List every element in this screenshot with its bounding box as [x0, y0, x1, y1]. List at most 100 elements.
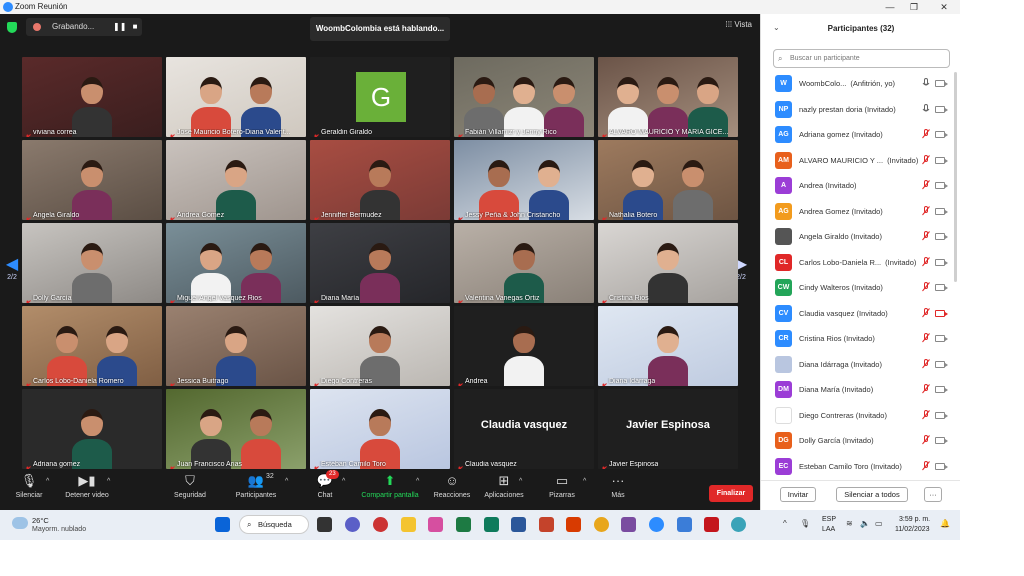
muted-mic-icon[interactable]: [922, 460, 930, 473]
security-button[interactable]: ⛉ Seguridad: [172, 474, 208, 500]
clock-time[interactable]: 3:59 p. m.: [899, 516, 930, 523]
video-tile[interactable]: Juan Francisco Arias: [166, 389, 306, 469]
video-tile[interactable]: ALVARO MAURICIO Y MARIA GICE...: [598, 57, 738, 137]
muted-mic-icon[interactable]: [922, 256, 930, 269]
battery-icon[interactable]: ▭: [875, 519, 883, 528]
powerpoint-icon[interactable]: [539, 517, 554, 532]
video-tile[interactable]: Miguel Angel Vasquez Rios: [166, 223, 306, 303]
video-camera-icon[interactable]: [935, 80, 948, 87]
file-explorer-icon[interactable]: [401, 517, 416, 532]
video-tile[interactable]: Dolly García: [22, 223, 162, 303]
video-tile[interactable]: Claudia vasquez Claudia vasquez: [454, 389, 594, 469]
video-tile[interactable]: Diana María: [310, 223, 450, 303]
participant-row[interactable]: EC Esteban Camilo Toro (Invitado): [761, 455, 957, 480]
video-tile[interactable]: Jenniffer Bermudez: [310, 140, 450, 220]
participant-row[interactable]: W WoombColo... (Anfitrión, yo): [761, 72, 957, 97]
muted-mic-icon[interactable]: [922, 435, 930, 447]
video-camera-icon[interactable]: [935, 233, 948, 240]
publisher-icon[interactable]: [484, 517, 499, 532]
taskbar-search[interactable]: ⌕ Búsqueda: [239, 515, 309, 534]
chat-caret-icon[interactable]: ^: [342, 478, 345, 485]
video-tile[interactable]: Fabián Villamizr y Jenny Rico: [454, 57, 594, 137]
word-icon[interactable]: [511, 517, 526, 532]
video-tile[interactable]: Andrea Gomez: [166, 140, 306, 220]
video-tile[interactable]: Carlos Lobo-Daniela Romero: [22, 306, 162, 386]
participant-row[interactable]: Diego Contreras (Invitado): [761, 404, 957, 429]
volume-icon[interactable]: 🔈: [860, 519, 870, 528]
video-tile[interactable]: Valentina Vanegas Ortiz: [454, 223, 594, 303]
participant-row[interactable]: DG Dolly García (Invitado): [761, 429, 957, 454]
share-screen-button[interactable]: ⬆ Compartir pantalla: [357, 474, 423, 500]
video-camera-icon[interactable]: [935, 182, 948, 189]
excel-icon[interactable]: [456, 517, 471, 532]
microphone-icon[interactable]: [922, 78, 930, 90]
more-button[interactable]: ··· Más: [608, 474, 628, 500]
video-tile[interactable]: Jessy Peña & John Cristancho: [454, 140, 594, 220]
video-camera-icon[interactable]: [935, 411, 948, 419]
video-camera-icon[interactable]: [935, 309, 948, 317]
microphone-icon[interactable]: [922, 103, 930, 116]
apps-caret-icon[interactable]: ^: [519, 478, 522, 485]
zoom-taskbar-icon[interactable]: [649, 517, 664, 532]
participant-row[interactable]: AG Adriana gomez (Invitado): [761, 123, 957, 148]
share-caret-icon[interactable]: ^: [416, 478, 419, 485]
muted-mic-icon[interactable]: [922, 333, 930, 345]
muted-mic-icon[interactable]: [922, 282, 930, 294]
video-camera-icon[interactable]: [935, 360, 948, 368]
video-tile[interactable]: Andrea: [454, 306, 594, 386]
clock-date[interactable]: 11/02/2023: [895, 526, 930, 533]
end-meeting-button[interactable]: Finalizar: [709, 485, 753, 502]
photos-app-icon[interactable]: [428, 517, 443, 532]
show-hidden-icons-icon[interactable]: ^: [783, 519, 787, 528]
chrome-icon[interactable]: [594, 517, 609, 532]
video-tile[interactable]: Jose Mauricio Botero-Diana Valent...: [166, 57, 306, 137]
weather-cloud-icon[interactable]: [12, 517, 28, 529]
participant-row[interactable]: AG Andrea Gomez (Invitado): [761, 200, 957, 225]
notifications-icon[interactable]: 🔔: [940, 519, 950, 528]
mute-button[interactable]: 🎙 Silenciar: [14, 474, 44, 500]
video-tile[interactable]: G Geraldin Giraldo: [310, 57, 450, 137]
video-options-caret-icon[interactable]: ^: [107, 478, 110, 485]
video-tile[interactable]: Jessica Buitrago: [166, 306, 306, 386]
participant-row[interactable]: AM ALVARO MAURICIO Y ... (Invitado): [761, 149, 957, 174]
office-app-icon[interactable]: [566, 517, 581, 532]
acrobat-icon[interactable]: [704, 517, 719, 532]
video-camera-icon[interactable]: [935, 335, 948, 342]
video-tile[interactable]: Diego Contreras: [310, 306, 450, 386]
video-tile[interactable]: Esteban Camilo Toro: [310, 389, 450, 469]
weather-temperature[interactable]: 26°C: [32, 516, 49, 525]
participant-row[interactable]: Diana Idárraga (Invitado): [761, 353, 957, 378]
edge-icon[interactable]: [731, 517, 746, 532]
participant-row[interactable]: CL Carlos Lobo-Daniela R... (Invitado): [761, 251, 957, 276]
muted-mic-icon[interactable]: [922, 384, 930, 396]
muted-mic-icon[interactable]: [922, 307, 930, 320]
teams-chat-icon[interactable]: [345, 517, 360, 532]
video-camera-icon[interactable]: [935, 284, 948, 291]
muted-mic-icon[interactable]: [922, 231, 930, 243]
participant-row[interactable]: Angela Giraldo (Invitado): [761, 225, 957, 250]
stop-recording-icon[interactable]: ■: [129, 21, 141, 33]
maximize-icon[interactable]: ❐: [908, 1, 920, 13]
participant-row[interactable]: CR Cristina Rios (Invitado): [761, 327, 957, 352]
weather-description[interactable]: Mayorm. nublado: [32, 526, 86, 533]
video-tile[interactable]: viviana correa: [22, 57, 162, 137]
muted-mic-icon[interactable]: [922, 129, 930, 141]
audio-options-caret-icon[interactable]: ^: [46, 478, 49, 485]
encryption-shield-icon[interactable]: [7, 22, 17, 33]
stop-video-button[interactable]: ▶▮ Detener video: [62, 474, 112, 500]
video-tile[interactable]: Nathalia Botero: [598, 140, 738, 220]
language-indicator[interactable]: ESP: [822, 516, 836, 523]
participant-row[interactable]: CV Claudia vasquez (Invitado): [761, 302, 957, 327]
reactions-button[interactable]: ☺ Reacciones: [432, 474, 472, 500]
video-tile[interactable]: Cristina Rios: [598, 223, 738, 303]
whiteboards-button[interactable]: ▭ Pizarras: [546, 474, 578, 500]
video-camera-icon[interactable]: [935, 105, 948, 113]
pause-recording-icon[interactable]: ❚❚: [113, 21, 126, 33]
mute-all-button[interactable]: Silenciar a todos: [836, 487, 908, 502]
app-icon[interactable]: [677, 517, 692, 532]
panel-more-button[interactable]: ···: [924, 487, 942, 502]
participant-row[interactable]: NP nazly prestan doria (Invitado): [761, 98, 957, 123]
tray-microphone-icon[interactable]: 🎙: [800, 519, 810, 528]
task-view-icon[interactable]: [317, 517, 332, 532]
close-icon[interactable]: ✕: [938, 1, 950, 13]
